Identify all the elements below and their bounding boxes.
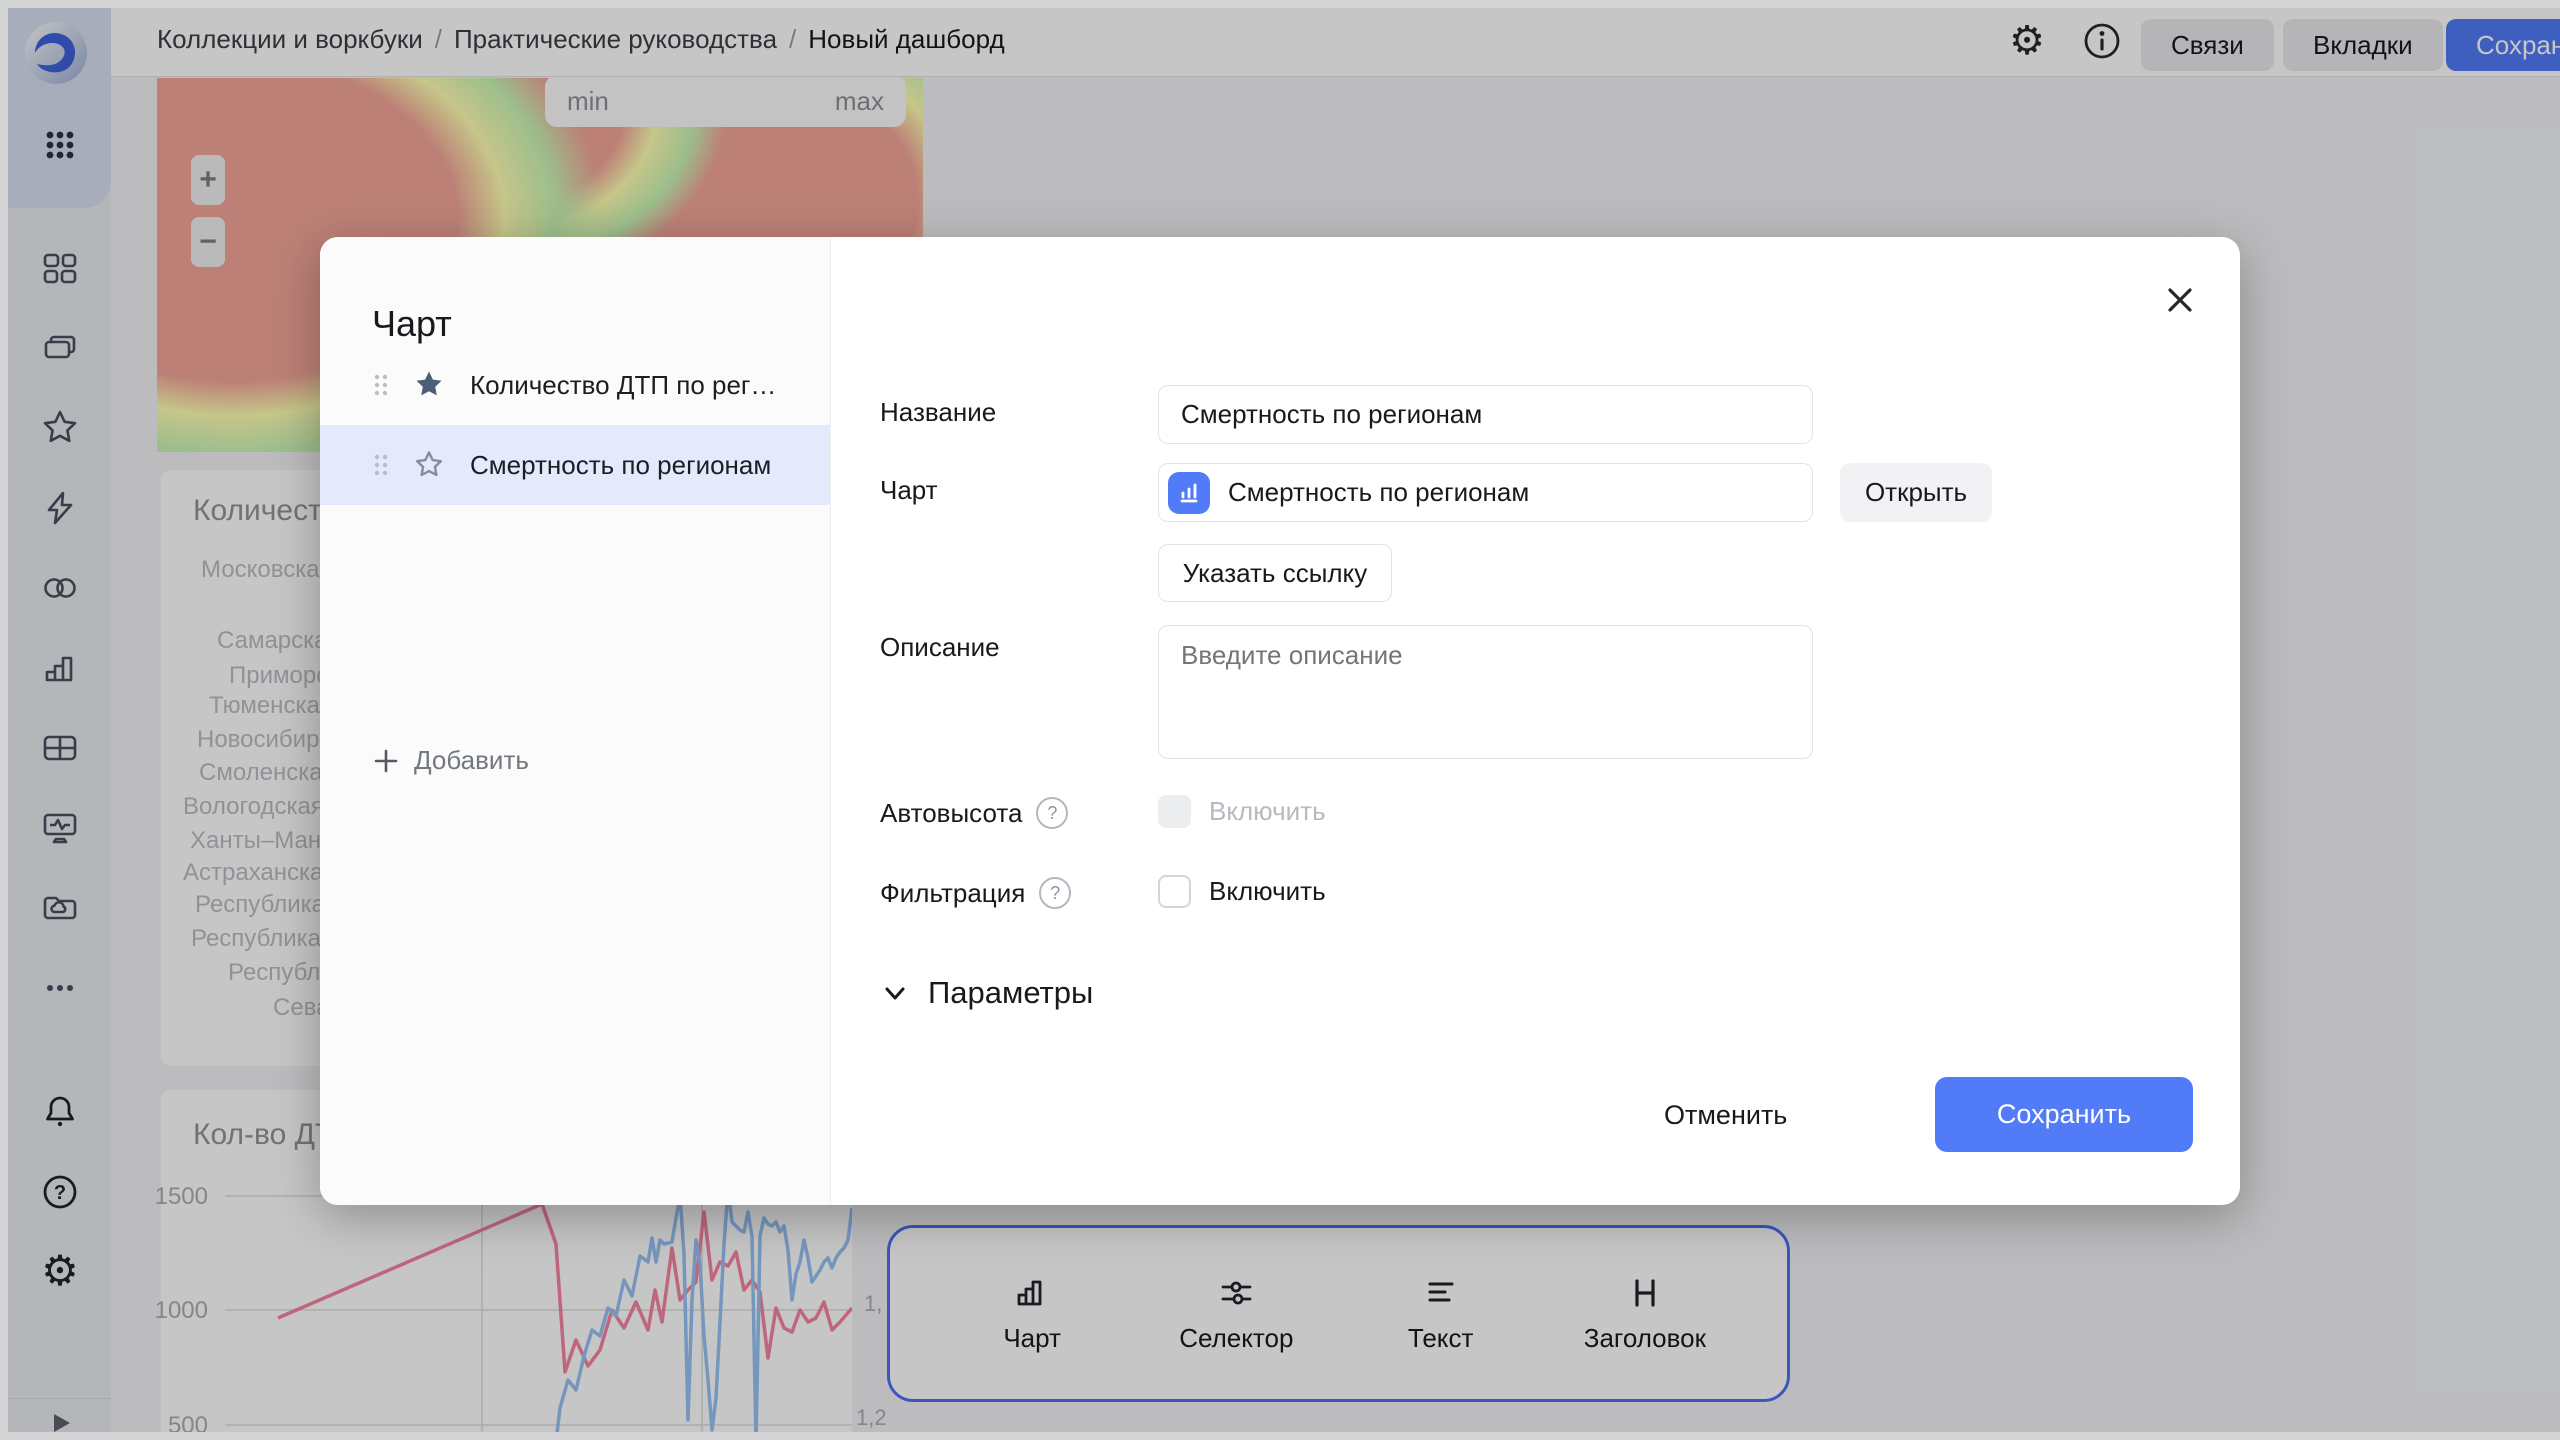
filtering-help-icon[interactable]: ?	[1039, 877, 1071, 909]
window-frame-top	[0, 0, 2560, 8]
autoheight-checkbox-row: Включить	[1158, 795, 1326, 828]
filtering-checkbox[interactable]	[1158, 875, 1191, 908]
chart-field-label: Чарт	[880, 475, 938, 506]
chart-settings-modal: Чарт Количество ДТП по рег… Смертность п…	[320, 237, 2240, 1205]
chart-list-item[interactable]: Количество ДТП по рег…	[320, 345, 830, 425]
params-section-label: Параметры	[928, 975, 1093, 1011]
chevron-down-icon	[880, 978, 910, 1008]
close-icon[interactable]	[2140, 260, 2220, 340]
filtering-enable-label: Включить	[1209, 876, 1326, 907]
params-section-toggle[interactable]: Параметры	[880, 975, 1093, 1011]
autoheight-enable-label: Включить	[1209, 796, 1326, 827]
drag-handle-icon[interactable]	[372, 372, 390, 398]
name-input[interactable]	[1158, 385, 1813, 444]
add-chart-button[interactable]: Добавить	[372, 745, 529, 776]
chart-type-badge	[1168, 472, 1210, 514]
autoheight-checkbox	[1158, 795, 1191, 828]
chart-select-value: Смертность по регионам	[1228, 477, 1529, 508]
name-field-label: Название	[880, 397, 996, 428]
plus-icon	[372, 747, 400, 775]
chart-list-item-selected[interactable]: Смертность по регионам	[320, 425, 830, 505]
description-textarea[interactable]	[1158, 625, 1813, 759]
set-link-button[interactable]: Указать ссылку	[1158, 544, 1392, 602]
app-root: Коллекции и воркбуки / Практические руко…	[0, 0, 2560, 1440]
chart-list-item-label: Количество ДТП по рег…	[470, 370, 776, 401]
filtering-label: Фильтрация	[880, 878, 1025, 909]
chart-list-item-label: Смертность по регионам	[470, 450, 771, 481]
star-outline-icon[interactable]	[412, 448, 446, 482]
modal-save-button[interactable]: Сохранить	[1935, 1077, 2193, 1152]
modal-title: Чарт	[372, 303, 452, 345]
open-chart-button[interactable]: Открыть	[1840, 463, 1992, 522]
description-field-label: Описание	[880, 632, 1000, 663]
autoheight-row: Автовысота ?	[880, 797, 1068, 829]
cancel-button[interactable]: Отменить	[1658, 1078, 1793, 1152]
drag-handle-icon[interactable]	[372, 452, 390, 478]
modal-chart-list-panel: Чарт Количество ДТП по рег… Смертность п…	[320, 237, 831, 1205]
autoheight-help-icon[interactable]: ?	[1036, 797, 1068, 829]
autoheight-label: Автовысота	[880, 798, 1022, 829]
filtering-row: Фильтрация ?	[880, 877, 1071, 909]
window-frame-bottom	[0, 1432, 2560, 1440]
star-filled-icon[interactable]	[412, 368, 446, 402]
filtering-checkbox-row: Включить	[1158, 875, 1326, 908]
chart-select-field[interactable]: Смертность по регионам	[1158, 463, 1813, 522]
add-chart-label: Добавить	[414, 745, 529, 776]
window-frame-left	[0, 8, 8, 1432]
bar-chart-icon	[1176, 480, 1202, 506]
